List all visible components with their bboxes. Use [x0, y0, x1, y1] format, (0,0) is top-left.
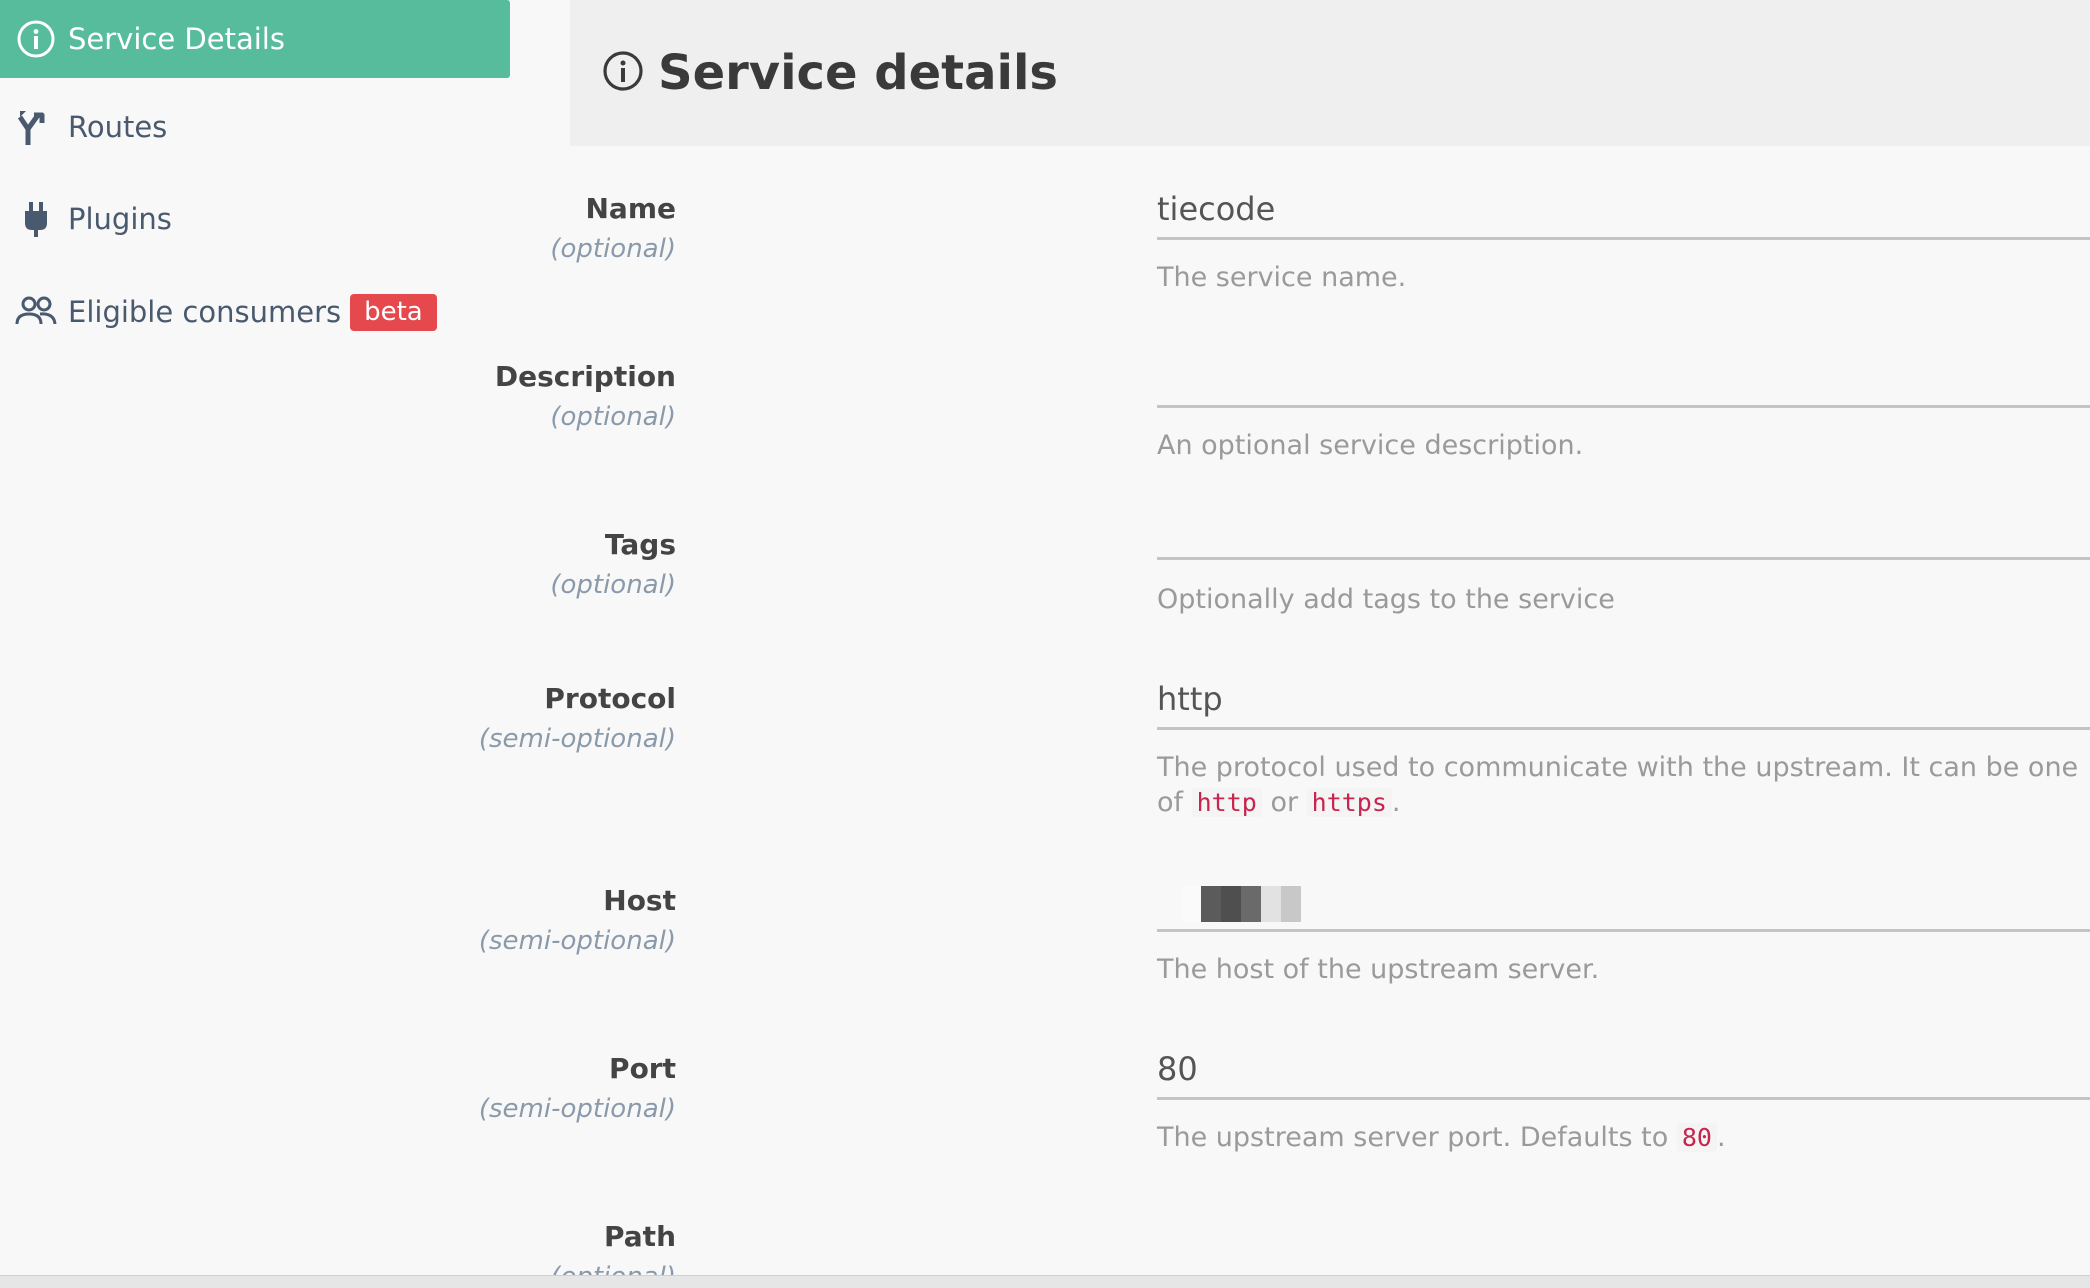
field-qualifier: (optional)	[550, 402, 676, 432]
field-label: Path	[604, 1220, 676, 1253]
sidebar-item-eligible-consumers[interactable]: Eligible consumers beta	[0, 273, 510, 351]
info-circle-icon	[602, 50, 644, 96]
page-header: Service details	[570, 0, 2090, 146]
info-circle-icon	[14, 17, 58, 61]
sidebar-item-label: Routes	[68, 110, 168, 144]
sidebar-item-plugins[interactable]: Plugins	[0, 180, 510, 258]
sidebar: Service Details Routes Plugins Eligible …	[0, 0, 570, 1275]
sidebar-item-service-details[interactable]: Service Details	[0, 0, 510, 78]
field-label: Description	[494, 360, 676, 393]
sidebar-item-label: Service Details	[68, 22, 285, 56]
code-https: https	[1306, 788, 1392, 817]
port-input[interactable]: 80	[1157, 1042, 2090, 1100]
field-help: The host of the upstream server.	[1157, 954, 1600, 985]
field-label: Host	[603, 884, 676, 917]
field-help: The protocol used to communicate with th…	[1157, 750, 2087, 820]
help-text: or	[1270, 787, 1299, 818]
field-qualifier: (optional)	[550, 570, 676, 600]
field-qualifier: (semi-optional)	[478, 926, 676, 956]
help-text: .	[1391, 787, 1401, 818]
sidebar-item-routes[interactable]: Routes	[0, 88, 510, 166]
field-help: The service name.	[1157, 262, 1407, 293]
field-qualifier: (optional)	[550, 234, 676, 264]
page-title: Service details	[658, 45, 1058, 101]
field-label: Port	[609, 1052, 676, 1085]
sidebar-item-label: Eligible consumers	[68, 295, 342, 329]
host-input[interactable]	[1157, 874, 2090, 932]
users-icon	[14, 290, 58, 334]
app-window: Service Details Routes Plugins Eligible …	[0, 0, 2090, 1288]
field-help: An optional service description.	[1157, 430, 1584, 461]
help-text: The upstream server port. Defaults to	[1157, 1122, 1669, 1153]
tags-input[interactable]	[1157, 518, 2090, 560]
redacted-value	[1181, 886, 1301, 922]
code-http: http	[1191, 788, 1262, 817]
field-help: Optionally add tags to the service	[1157, 584, 1615, 615]
main-content: Service details Name (optional) tiecode …	[479, 0, 2090, 1288]
field-label: Name	[585, 192, 677, 225]
field-label: Tags	[604, 528, 676, 561]
name-input[interactable]: tiecode	[1157, 182, 2090, 240]
field-help: The upstream server port. Defaults to 80…	[1157, 1120, 2087, 1155]
beta-badge: beta	[350, 293, 437, 331]
code-80: 80	[1676, 1123, 1717, 1152]
field-qualifier: (semi-optional)	[478, 1094, 676, 1124]
description-input[interactable]	[1157, 350, 2090, 408]
field-label: Protocol	[544, 682, 676, 715]
help-text: .	[1716, 1122, 1726, 1153]
plug-icon	[14, 197, 58, 241]
sidebar-item-label: Plugins	[68, 202, 172, 236]
field-qualifier: (semi-optional)	[478, 724, 676, 754]
horizontal-scrollbar[interactable]	[0, 1275, 2090, 1288]
route-fork-icon	[14, 105, 58, 149]
protocol-input[interactable]: http	[1157, 672, 2090, 730]
